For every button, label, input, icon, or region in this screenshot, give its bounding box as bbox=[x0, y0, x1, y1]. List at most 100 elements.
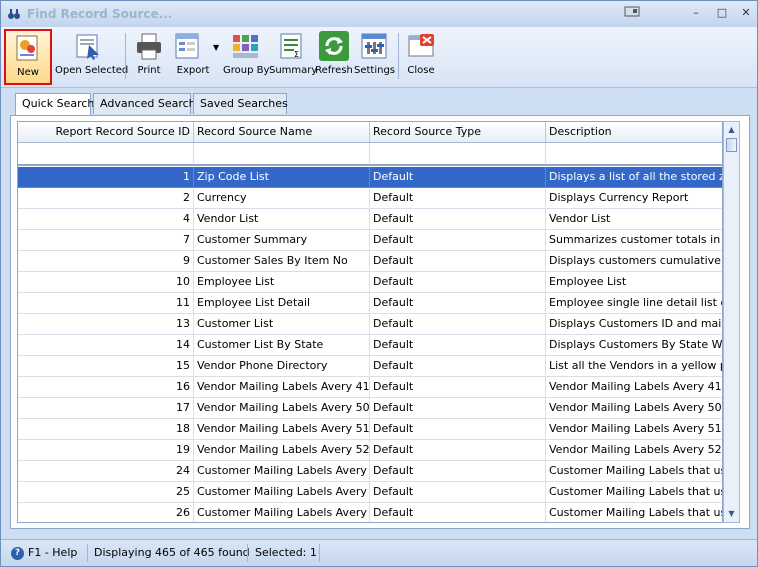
export-button[interactable]: ▼ Export bbox=[171, 29, 223, 85]
table-row[interactable]: 7 Customer Summary Default Summarizes custo… bbox=[18, 230, 722, 251]
column-header-id[interactable]: Report Record Source ID bbox=[18, 122, 194, 142]
table-row[interactable]: 26Customer Mailing Labels Avery 5160Defa… bbox=[18, 503, 722, 522]
print-button[interactable]: Print bbox=[131, 29, 167, 85]
grid-header: Report Record Source ID Record Source Na… bbox=[18, 122, 722, 143]
filter-row bbox=[18, 143, 722, 166]
tab-quick-search[interactable]: Quick Search bbox=[15, 93, 94, 116]
table-row[interactable]: 11 Employee List Detail Default Employee si… bbox=[18, 293, 722, 314]
status-separator bbox=[319, 544, 320, 562]
cell-name: Customer Mailing Labels Avery 5097 bbox=[194, 482, 370, 503]
cell-id: 16 bbox=[18, 377, 194, 398]
cell-type: Default bbox=[370, 167, 546, 188]
printer-icon bbox=[134, 31, 164, 61]
record-source-grid: Report Record Source ID Record Source Na… bbox=[17, 121, 723, 523]
cell-description: Customer Mailing Labels that use the bbox=[546, 461, 722, 482]
table-row[interactable]: 10 Employee List Default Employee List bbox=[18, 272, 722, 293]
cell-name: Customer List By State bbox=[194, 335, 370, 356]
cell-description: Vendor Mailing Labels Avery 5097 bbox=[546, 398, 722, 419]
cell-id: 14 bbox=[18, 335, 194, 356]
window-title: Find Record Source... bbox=[27, 7, 173, 21]
cell-name: Customer List bbox=[194, 314, 370, 335]
scroll-thumb[interactable] bbox=[726, 138, 737, 152]
table-row[interactable]: 13 Customer List Default Displays Customers… bbox=[18, 314, 722, 335]
cell-description: Displays a list of all the stored zip co bbox=[546, 167, 722, 188]
settings-button[interactable]: Settings bbox=[354, 29, 395, 85]
cell-id: 26 bbox=[18, 503, 194, 522]
summary-button[interactable]: Σ Summary bbox=[269, 29, 317, 85]
cell-id: 13 bbox=[18, 314, 194, 335]
cell-id: 25 bbox=[18, 482, 194, 503]
cell-name: Customer Sales By Item No bbox=[194, 251, 370, 272]
new-button[interactable]: New bbox=[4, 29, 52, 85]
table-row[interactable]: 14 Customer List By State Default Displays … bbox=[18, 335, 722, 356]
column-header-description[interactable]: Description bbox=[546, 122, 722, 142]
export-dropdown-arrow-icon[interactable]: ▼ bbox=[213, 43, 219, 52]
filter-cell-id[interactable] bbox=[18, 143, 194, 164]
scroll-down-icon[interactable]: ▼ bbox=[724, 507, 739, 521]
open-selected-button[interactable]: Open Selected bbox=[55, 29, 128, 85]
column-header-type[interactable]: Record Source Type bbox=[370, 122, 546, 142]
cell-type: Default bbox=[370, 398, 546, 419]
cell-id: 18 bbox=[18, 419, 194, 440]
table-row[interactable]: 18 Vendor Mailing Labels Avery 5160 Defaul… bbox=[18, 419, 722, 440]
cell-description: Employee single line detail list of info bbox=[546, 293, 722, 314]
cell-name: Vendor Mailing Labels Avery 5160 bbox=[194, 419, 370, 440]
tab-saved-searches[interactable]: Saved Searches bbox=[193, 93, 288, 114]
title-bar[interactable]: Find Record Source... – □ ✕ bbox=[1, 1, 757, 27]
table-row[interactable]: 9 Customer Sales By Item No Default Display… bbox=[18, 251, 722, 272]
cell-type: Default bbox=[370, 335, 546, 356]
vertical-scrollbar[interactable]: ▲ ▼ bbox=[723, 121, 740, 523]
cell-name: Customer Mailing Labels Avery 4145 bbox=[194, 461, 370, 482]
refresh-icon bbox=[319, 31, 349, 61]
table-row[interactable]: 17 Vendor Mailing Labels Avery 5097 Defaul… bbox=[18, 398, 722, 419]
table-row[interactable]: 2 Currency Default Displays Currency Report bbox=[18, 188, 722, 209]
cell-type: Default bbox=[370, 314, 546, 335]
cell-description: Vendor Mailing Labels Avery 4145 bbox=[546, 377, 722, 398]
minimize-button[interactable]: – bbox=[685, 5, 707, 21]
table-row[interactable]: 4 Vendor List Default Vendor List bbox=[18, 209, 722, 230]
toolbar: New Open Selected Print ▼ Export Group B… bbox=[1, 27, 757, 88]
maximize-button[interactable]: □ bbox=[711, 5, 733, 21]
cell-type: Default bbox=[370, 209, 546, 230]
close-icon bbox=[406, 31, 436, 61]
cell-name: Customer Summary bbox=[194, 230, 370, 251]
cell-name: Employee List bbox=[194, 272, 370, 293]
scroll-up-icon[interactable]: ▲ bbox=[724, 123, 739, 137]
cell-name: Currency bbox=[194, 188, 370, 209]
table-row[interactable]: 15 Vendor Phone Directory Default List all … bbox=[18, 356, 722, 377]
settings-icon bbox=[359, 31, 389, 61]
tab-advanced-search[interactable]: Advanced Search bbox=[93, 93, 196, 114]
filter-cell-name[interactable] bbox=[194, 143, 370, 164]
cell-id: 1 bbox=[18, 167, 194, 188]
cell-type: Default bbox=[370, 272, 546, 293]
restore-icon[interactable] bbox=[621, 5, 643, 21]
cell-description: Customer Mailing Labels that use the bbox=[546, 482, 722, 503]
refresh-button[interactable]: Refresh bbox=[315, 29, 353, 85]
cell-name: Vendor Phone Directory bbox=[194, 356, 370, 377]
table-row[interactable]: 19 Vendor Mailing Labels Avery 5260 Defaul… bbox=[18, 440, 722, 461]
table-row[interactable]: 25Customer Mailing Labels Avery 5097Defa… bbox=[18, 482, 722, 503]
cell-name: Employee List Detail bbox=[194, 293, 370, 314]
toolbar-separator bbox=[398, 33, 399, 79]
cell-description: Summarizes customer totals in a list bbox=[546, 230, 722, 251]
table-row[interactable]: 16 Vendor Mailing Labels Avery 4145 Defaul… bbox=[18, 377, 722, 398]
cell-id: 17 bbox=[18, 398, 194, 419]
close-window-button[interactable]: ✕ bbox=[735, 5, 757, 21]
find-record-source-window: Find Record Source... – □ ✕ New Open Sel… bbox=[0, 0, 758, 567]
table-row[interactable]: 24Customer Mailing Labels Avery 4145Defa… bbox=[18, 461, 722, 482]
cell-type: Default bbox=[370, 188, 546, 209]
cell-description: Displays Customers By State With A bbox=[546, 335, 722, 356]
cell-description: Displays Customers ID and mailing in bbox=[546, 314, 722, 335]
filter-cell-description[interactable] bbox=[546, 143, 722, 164]
filter-cell-type[interactable] bbox=[370, 143, 546, 164]
column-header-name[interactable]: Record Source Name bbox=[194, 122, 370, 142]
cell-description: Vendor List bbox=[546, 209, 722, 230]
cell-description: List all the Vendors in a yellow pages bbox=[546, 356, 722, 377]
summary-icon: Σ bbox=[276, 31, 306, 61]
table-row[interactable]: 1 Zip Code List Default Displays a list of … bbox=[18, 167, 722, 188]
help-status[interactable]: ? F1 - Help bbox=[11, 545, 77, 561]
close-button[interactable]: Close bbox=[403, 29, 439, 85]
group-by-button[interactable]: Group By bbox=[223, 29, 269, 85]
cell-id: 15 bbox=[18, 356, 194, 377]
cell-name: Vendor Mailing Labels Avery 5260 bbox=[194, 440, 370, 461]
